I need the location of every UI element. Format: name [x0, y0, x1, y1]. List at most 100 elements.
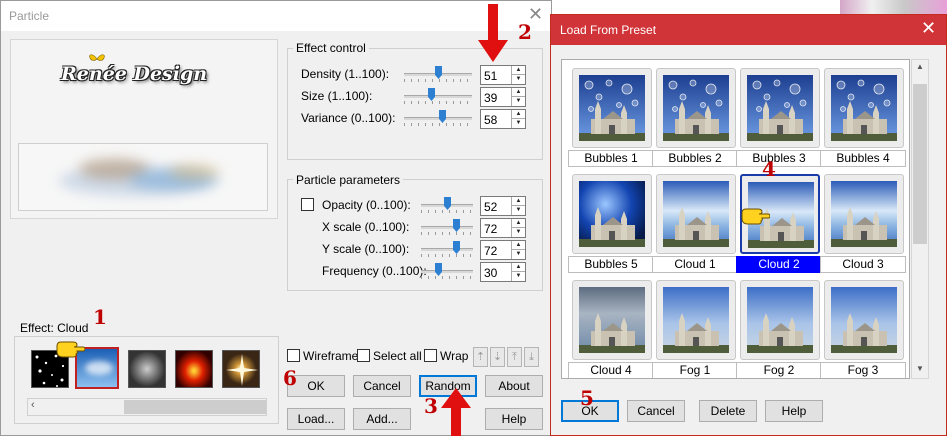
opacity-slider[interactable] — [421, 196, 473, 214]
preset-thumbnail-frame[interactable] — [572, 280, 652, 360]
frequency-spinbox[interactable]: 30 ▲ ▼ — [480, 262, 526, 282]
size-spinbox[interactable]: 39 ▲ ▼ — [480, 87, 526, 107]
preset-item[interactable]: Fog 1 — [652, 280, 738, 378]
preset-item[interactable]: Cloud 3 — [820, 174, 906, 284]
spin-down-icon[interactable]: ▼ — [512, 228, 525, 237]
preset-vertical-scrollbar[interactable]: ▲ ▼ — [911, 59, 929, 379]
preset-item-label[interactable]: Cloud 2 — [736, 256, 822, 273]
effect-thumb-smoke[interactable] — [128, 350, 166, 388]
variance-slider[interactable] — [404, 109, 472, 127]
preset-thumbnail-frame[interactable] — [656, 174, 736, 254]
y-scale-spinbox[interactable]: 72 ▲ ▼ — [480, 240, 526, 260]
preset-item[interactable]: Bubbles 5 — [568, 174, 654, 284]
preset-item[interactable]: Fog 3 — [820, 280, 906, 378]
spin-up-icon[interactable]: ▲ — [512, 88, 525, 97]
density-slider[interactable] — [404, 65, 472, 83]
effect-thumb-fire[interactable] — [175, 350, 213, 388]
spinbox-arrows[interactable]: ▲ ▼ — [511, 219, 525, 237]
preset-thumbnail-frame[interactable] — [740, 68, 820, 148]
variance-spinbox[interactable]: 58 ▲ ▼ — [480, 109, 526, 129]
preset-thumbnail[interactable] — [831, 181, 897, 247]
spin-down-icon[interactable]: ▼ — [512, 97, 525, 106]
preset-thumbnail[interactable] — [663, 181, 729, 247]
spinbox-arrows[interactable]: ▲ ▼ — [511, 88, 525, 106]
slider-thumb[interactable] — [444, 197, 451, 210]
spin-down-icon[interactable]: ▼ — [512, 75, 525, 84]
spinbox-value[interactable]: 58 — [484, 113, 497, 127]
preset-thumbnail-frame[interactable] — [572, 68, 652, 148]
preset-item-label[interactable]: Bubbles 4 — [820, 150, 906, 167]
preset-thumbnail[interactable] — [663, 75, 729, 141]
spinbox-value[interactable]: 30 — [484, 266, 497, 280]
effect-horizontal-scrollbar[interactable]: ‹ — [27, 398, 267, 416]
preset-help-button[interactable]: Help — [765, 400, 823, 422]
spinbox-value[interactable]: 72 — [484, 244, 497, 258]
preset-item-label[interactable]: Bubbles 2 — [652, 150, 738, 167]
x-scale-spinbox[interactable]: 72 ▲ ▼ — [480, 218, 526, 238]
scroll-down-icon[interactable]: ▼ — [912, 364, 928, 373]
about-button[interactable]: About — [485, 375, 543, 397]
spinbox-value[interactable]: 72 — [484, 222, 497, 236]
preset-thumbnail-frame[interactable] — [824, 280, 904, 360]
spinbox-arrows[interactable]: ▲ ▼ — [511, 241, 525, 259]
spin-up-icon[interactable]: ▲ — [512, 110, 525, 119]
preset-cancel-button[interactable]: Cancel — [627, 400, 685, 422]
preset-item-label[interactable]: Fog 2 — [736, 362, 822, 378]
spin-down-icon[interactable]: ▼ — [512, 119, 525, 128]
y-scale-slider[interactable] — [421, 240, 473, 258]
wireframe-checkbox[interactable] — [287, 349, 300, 362]
preset-thumbnail[interactable] — [579, 181, 645, 247]
preset-item[interactable]: Bubbles 3 — [736, 68, 822, 178]
spin-down-icon[interactable]: ▼ — [512, 206, 525, 215]
preset-item[interactable]: Bubbles 1 — [568, 68, 654, 178]
preset-thumbnail-frame[interactable] — [572, 174, 652, 254]
preset-thumbnail[interactable] — [579, 287, 645, 353]
preset-item-label[interactable]: Cloud 3 — [820, 256, 906, 273]
opacity-checkbox[interactable] — [301, 198, 314, 211]
slider-thumb[interactable] — [428, 88, 435, 101]
slider-thumb[interactable] — [453, 241, 460, 254]
preset-item-label[interactable]: Fog 1 — [652, 362, 738, 378]
preset-item[interactable]: Cloud 4 — [568, 280, 654, 378]
preset-delete-button[interactable]: Delete — [699, 400, 757, 422]
spin-up-icon[interactable]: ▲ — [512, 219, 525, 228]
spin-down-icon[interactable]: ▼ — [512, 250, 525, 259]
preset-item-label[interactable]: Fog 3 — [820, 362, 906, 378]
move-bottom-icon[interactable]: ⤓ — [524, 347, 539, 367]
preset-item-label[interactable]: Bubbles 5 — [568, 256, 654, 273]
select-all-checkbox[interactable] — [357, 349, 370, 362]
preset-thumbnail[interactable] — [747, 287, 813, 353]
spinbox-arrows[interactable]: ▲ ▼ — [511, 197, 525, 215]
preset-thumbnail[interactable] — [831, 75, 897, 141]
effect-thumb-sparkle[interactable] — [222, 350, 260, 388]
spin-down-icon[interactable]: ▼ — [512, 272, 525, 281]
preset-item[interactable]: Fog 2 — [736, 280, 822, 378]
x-scale-slider[interactable] — [421, 218, 473, 236]
preset-thumbnail-frame[interactable] — [740, 280, 820, 360]
spinbox-arrows[interactable]: ▲ ▼ — [511, 110, 525, 128]
preset-close-icon[interactable]: ✕ — [921, 18, 936, 39]
scrollbar-thumb[interactable] — [124, 400, 266, 414]
add-button[interactable]: Add... — [353, 408, 411, 430]
preset-item-label[interactable]: Cloud 1 — [652, 256, 738, 273]
preset-thumbnail[interactable] — [831, 287, 897, 353]
slider-thumb[interactable] — [453, 219, 460, 232]
preset-scrollbar-thumb[interactable] — [913, 84, 927, 244]
spin-up-icon[interactable]: ▲ — [512, 263, 525, 272]
size-slider[interactable] — [404, 87, 472, 105]
move-up-icon[interactable]: ⇡ — [473, 347, 488, 367]
preset-thumbnail[interactable] — [579, 75, 645, 141]
load-button[interactable]: Load... — [287, 408, 345, 430]
cancel-button[interactable]: Cancel — [353, 375, 411, 397]
slider-thumb[interactable] — [435, 66, 442, 79]
spin-up-icon[interactable]: ▲ — [512, 197, 525, 206]
preset-thumbnail-frame[interactable] — [824, 174, 904, 254]
slider-thumb[interactable] — [439, 110, 446, 123]
spinbox-arrows[interactable]: ▲ ▼ — [511, 263, 525, 281]
preset-item-label[interactable]: Bubbles 1 — [568, 150, 654, 167]
scroll-up-icon[interactable]: ▲ — [912, 62, 928, 71]
move-down-icon[interactable]: ⇣ — [490, 347, 505, 367]
spinbox-value[interactable]: 39 — [484, 91, 497, 105]
preset-item-label[interactable]: Cloud 4 — [568, 362, 654, 378]
move-top-icon[interactable]: ⤒ — [507, 347, 522, 367]
